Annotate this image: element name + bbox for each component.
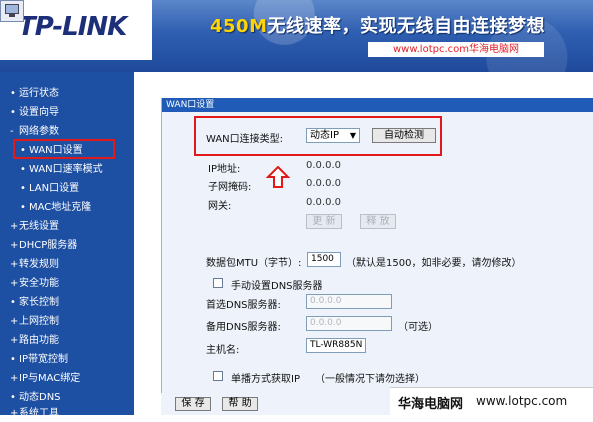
slogan: 450M无线速率，实现无线自由连接梦想 — [210, 12, 545, 38]
sidebar-item-label: IP带宽控制 — [19, 354, 68, 365]
selected-item-highlight — [13, 139, 115, 159]
bullet-icon: + — [10, 221, 19, 232]
bullet-icon: • — [20, 183, 26, 194]
bullet-icon: • — [10, 107, 16, 118]
sidebar-item[interactable]: • IP带宽控制 — [10, 352, 68, 368]
sidebar-item[interactable]: +转发规则 — [10, 257, 59, 273]
bullet-icon: • — [20, 164, 26, 175]
sidebar-item-label: DHCP服务器 — [19, 240, 78, 251]
dns2-label: 备用DNS服务器: — [206, 322, 281, 333]
bullet-icon: • — [10, 297, 16, 308]
sidebar-item-label: 动态DNS — [19, 392, 61, 403]
header-banner: TP-LINK 450M无线速率，实现无线自由连接梦想 www.lotpc.co… — [0, 0, 593, 72]
bullet-icon: • — [10, 88, 16, 99]
bullet-icon: + — [10, 408, 19, 419]
slogan-text: 无线速率，实现无线自由连接梦想 — [267, 16, 545, 37]
ip-value: 0.0.0.0 — [306, 160, 341, 171]
hostname-input[interactable]: TL-WR885N — [306, 338, 366, 353]
sidebar-item-label: 上网控制 — [19, 316, 59, 327]
up-arrow-icon — [266, 166, 290, 188]
unicast-label: 单播方式获取IP — [231, 374, 300, 385]
watermark: 华海电脑网 www.lotpc.com — [390, 387, 593, 416]
mtu-input[interactable]: 1500 — [307, 252, 341, 267]
sidebar-item-label: MAC地址克隆 — [29, 202, 92, 213]
sidebar-item[interactable]: • MAC地址克隆 — [20, 200, 91, 216]
bullet-icon: • — [20, 202, 26, 213]
sidebar-item[interactable]: - 网络参数 — [10, 124, 59, 140]
sidebar-item-label: LAN口设置 — [29, 183, 80, 194]
sidebar-item[interactable]: +无线设置 — [10, 219, 59, 235]
unicast-checkbox[interactable] — [213, 371, 223, 381]
mask-label: 子网掩码: — [208, 182, 252, 193]
bullet-icon: • — [10, 392, 16, 403]
unicast-hint: （一般情况下请勿选择） — [315, 374, 425, 385]
bullet-icon: + — [10, 316, 19, 327]
hostname-label: 主机名: — [206, 345, 240, 356]
bullet-icon: + — [10, 259, 19, 270]
bullet-icon: - — [10, 126, 14, 137]
bullet-icon: + — [10, 335, 19, 346]
sidebar-item[interactable]: +系统工具 — [10, 406, 59, 422]
ip-label: IP地址: — [208, 164, 241, 175]
panel-title: WAN口设置 — [162, 98, 593, 112]
sidebar-item[interactable]: • 动态DNS — [10, 390, 61, 406]
release-button[interactable]: 释 放 — [360, 214, 396, 229]
sidebar-item-label: 系统工具 — [19, 408, 59, 419]
sidebar-item-label: 运行状态 — [19, 88, 59, 99]
save-button[interactable]: 保 存 — [175, 397, 211, 411]
sidebar-item-label: 安全功能 — [19, 278, 59, 289]
mtu-label: 数据包MTU（字节）: — [206, 258, 302, 269]
mask-value: 0.0.0.0 — [306, 178, 341, 189]
watermark-url: www.lotpc.com — [476, 394, 568, 408]
bullet-icon: + — [10, 240, 19, 251]
sidebar-item-label: WAN口速率模式 — [29, 164, 103, 175]
screen-icon — [0, 0, 24, 22]
sidebar-item[interactable]: • 家长控制 — [10, 295, 59, 311]
help-button[interactable]: 帮 助 — [222, 397, 258, 411]
bullet-icon: + — [10, 373, 19, 384]
logo-text: TP-LINK — [18, 12, 127, 42]
renew-button[interactable]: 更 新 — [306, 214, 342, 229]
bullet-icon: + — [10, 278, 19, 289]
dns1-input[interactable]: 0.0.0.0 — [306, 294, 392, 309]
sidebar-item-label: 无线设置 — [19, 221, 59, 232]
sidebar-item-label: 家长控制 — [19, 297, 59, 308]
conn-type-highlight — [194, 116, 442, 156]
sidebar-item-label: 转发规则 — [19, 259, 59, 270]
site-url: www.lotpc.com华海电脑网 — [368, 42, 544, 57]
sidebar-item-label: 网络参数 — [19, 126, 59, 137]
dns1-label: 首选DNS服务器: — [206, 300, 281, 311]
dns2-optional: （可选） — [398, 322, 438, 333]
sidebar-item[interactable]: +路由功能 — [10, 333, 59, 349]
sidebar-item-label: IP与MAC绑定 — [19, 373, 81, 384]
sidebar-item-label: 路由功能 — [19, 335, 59, 346]
sidebar-item[interactable]: • LAN口设置 — [20, 181, 79, 197]
watermark-name: 华海电脑网 — [398, 397, 464, 412]
manual-dns-label: 手动设置DNS服务器 — [231, 281, 323, 292]
dns2-input[interactable]: 0.0.0.0 — [306, 316, 392, 331]
gateway-label: 网关: — [208, 201, 232, 212]
sidebar-item[interactable]: • 运行状态 — [10, 86, 59, 102]
slogan-highlight: 450M — [210, 16, 268, 37]
gateway-value: 0.0.0.0 — [306, 197, 341, 208]
sidebar-item[interactable]: +安全功能 — [10, 276, 59, 292]
manual-dns-checkbox[interactable] — [213, 278, 223, 288]
sidebar-item[interactable]: +DHCP服务器 — [10, 238, 77, 254]
sidebar-item-label: 设置向导 — [19, 107, 59, 118]
sidebar-item[interactable]: +上网控制 — [10, 314, 59, 330]
sidebar-item[interactable]: • WAN口速率模式 — [20, 162, 103, 178]
bullet-icon: • — [10, 354, 16, 365]
mtu-hint: （默认是1500，如非必要，请勿修改） — [346, 258, 522, 269]
sidebar-item[interactable]: • 设置向导 — [10, 105, 59, 121]
sidebar-item[interactable]: +IP与MAC绑定 — [10, 371, 80, 387]
